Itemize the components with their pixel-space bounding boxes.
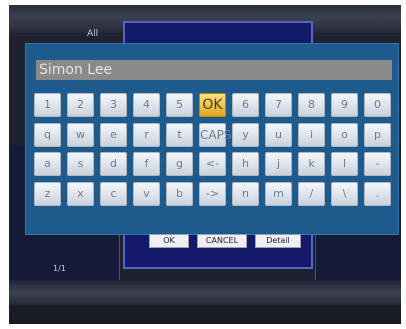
- dialog-buttons: OK CANCEL Detail: [139, 234, 309, 250]
- key-2-6[interactable]: h: [232, 152, 259, 176]
- key-3-2[interactable]: c: [100, 181, 127, 206]
- key-3-10[interactable]: .: [364, 181, 391, 206]
- key-1-9[interactable]: o: [331, 122, 358, 147]
- key-2-10[interactable]: -: [364, 152, 391, 176]
- key-2-9[interactable]: l: [331, 152, 358, 176]
- key-3-3[interactable]: v: [133, 181, 160, 206]
- key-2-8[interactable]: k: [298, 152, 325, 176]
- key-0-8[interactable]: 8: [298, 93, 325, 117]
- key-0-5[interactable]: OK: [199, 93, 226, 117]
- key-2-5[interactable]: <-: [199, 152, 226, 176]
- key-0-3[interactable]: 4: [133, 93, 160, 117]
- key-1-7[interactable]: u: [265, 122, 292, 147]
- key-0-9[interactable]: 9: [331, 93, 358, 117]
- key-1-3[interactable]: r: [133, 122, 160, 147]
- key-1-10[interactable]: p: [364, 122, 391, 147]
- key-2-7[interactable]: j: [265, 152, 292, 176]
- top-bar-label: All: [87, 29, 99, 39]
- cancel-button[interactable]: CANCEL: [197, 234, 247, 248]
- tv-screen: All 1/1 Simon Lee 1 2 3 4 5 OK 6 7 8 9 0 q w e r t CAPS y…: [9, 5, 401, 324]
- key-1-2[interactable]: e: [100, 122, 127, 147]
- key-2-3[interactable]: f: [133, 152, 160, 176]
- key-1-5[interactable]: CAPS: [199, 122, 231, 147]
- key-1-8[interactable]: i: [298, 122, 325, 147]
- key-3-6[interactable]: n: [232, 181, 259, 206]
- key-2-0[interactable]: a: [34, 152, 61, 176]
- ok-button[interactable]: OK: [149, 234, 189, 248]
- key-0-0[interactable]: 1: [34, 93, 61, 117]
- key-1-0[interactable]: q: [34, 122, 61, 147]
- key-0-4[interactable]: 5: [166, 93, 193, 117]
- key-3-1[interactable]: x: [67, 181, 94, 206]
- key-0-1[interactable]: 2: [67, 93, 94, 117]
- key-3-0[interactable]: z: [34, 181, 61, 206]
- key-0-10[interactable]: 0: [364, 93, 391, 117]
- key-3-7[interactable]: m: [265, 181, 292, 206]
- page-indicator: 1/1: [53, 264, 66, 273]
- detail-button[interactable]: Detail: [255, 234, 301, 248]
- key-0-7[interactable]: 7: [265, 93, 292, 117]
- key-3-5[interactable]: ->: [199, 181, 226, 206]
- key-3-8[interactable]: /: [298, 181, 325, 206]
- onscreen-keyboard: Simon Lee 1 2 3 4 5 OK 6 7 8 9 0 q w e r t CAPS y u i o p a s d f…: [25, 43, 399, 235]
- name-input[interactable]: Simon Lee: [36, 60, 392, 80]
- key-0-2[interactable]: 3: [100, 93, 127, 117]
- bottom-strip: [9, 305, 401, 324]
- key-2-1[interactable]: s: [67, 152, 94, 176]
- key-2-4[interactable]: g: [166, 152, 193, 176]
- key-2-2[interactable]: d: [100, 152, 127, 176]
- key-1-6[interactable]: y: [232, 122, 259, 147]
- key-1-1[interactable]: w: [67, 122, 94, 147]
- key-1-4[interactable]: t: [166, 122, 193, 147]
- bottom-bar: [9, 281, 401, 305]
- key-3-4[interactable]: b: [166, 181, 193, 206]
- key-3-9[interactable]: \: [331, 181, 358, 206]
- key-0-6[interactable]: 6: [232, 93, 259, 117]
